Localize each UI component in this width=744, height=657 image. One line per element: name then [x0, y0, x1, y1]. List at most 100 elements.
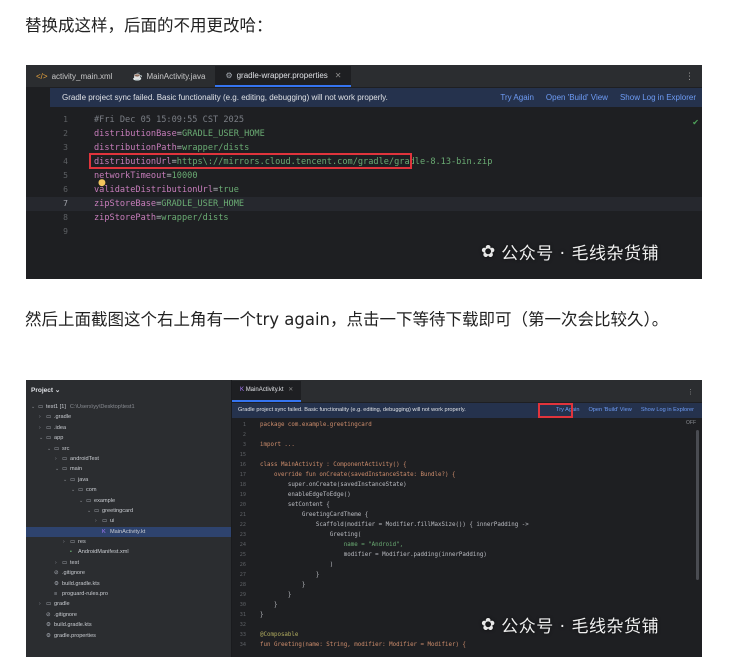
- tree-item[interactable]: › ▭ .gradle: [26, 412, 231, 422]
- code-text: Scaffold(modifier = Modifier.fillMaxSize…: [260, 522, 529, 528]
- folder-icon: ▭: [70, 476, 76, 483]
- chevron-right-icon[interactable]: ›: [55, 558, 62, 568]
- line-number: 32: [239, 622, 246, 628]
- tree-item[interactable]: ⚙ gradle.properties: [26, 631, 231, 641]
- chevron-right-icon[interactable]: ›: [95, 516, 102, 526]
- tree-item[interactable]: ⌄ ▭ src: [26, 444, 231, 454]
- line-number: 5: [63, 171, 68, 180]
- line-number: 9: [63, 227, 68, 236]
- project-path: C:\Users\yy\Desktop\test1: [69, 404, 135, 410]
- try-again-link[interactable]: Try Again: [500, 88, 534, 107]
- code-text: super.onCreate(savedInstanceState): [260, 482, 407, 488]
- tree-item[interactable]: › ▭ ui: [26, 516, 231, 526]
- tree-item-label: src: [62, 445, 70, 452]
- tree-item-label: greetingcard: [102, 507, 134, 514]
- tab-gradle-wrapper-properties[interactable]: ⚙ gradle-wrapper.properties ✕: [215, 66, 352, 87]
- tree-item[interactable]: ⌄ ▭ java: [26, 475, 231, 485]
- line-number: 27: [239, 572, 246, 578]
- code-text: enableEdgeToEdge(): [260, 492, 351, 498]
- tree-item[interactable]: ⌄ ▭ greetingcard: [26, 506, 231, 516]
- chevron-right-icon[interactable]: ›: [39, 412, 46, 422]
- code-text: import ...: [260, 442, 295, 448]
- chevron-down-icon[interactable]: ⌄: [39, 433, 46, 443]
- lightbulb-icon[interactable]: ●: [98, 178, 106, 188]
- code-line: 20 setContent {: [232, 500, 702, 510]
- code-line: 23 Greeting(: [232, 530, 702, 540]
- code-line: 1 #Fri Dec 05 15:09:55 CST 2025: [26, 113, 702, 127]
- chevron-right-icon[interactable]: ›: [55, 454, 62, 464]
- tab-label: MainActivity.java: [146, 72, 206, 81]
- tree-item[interactable]: ⊘ .gitignore: [26, 568, 231, 578]
- open-build-view-link[interactable]: Open 'Build' View: [546, 88, 608, 107]
- folder-icon: ▭: [46, 435, 52, 442]
- chevron-right-icon[interactable]: ›: [39, 599, 46, 609]
- show-log-link[interactable]: Show Log in Explorer: [620, 88, 696, 107]
- code-line: 28 }: [232, 580, 702, 590]
- editor-tab-bar: </> activity_main.xml ☕ MainActivity.jav…: [26, 65, 702, 88]
- tree-item[interactable]: ⌄ ▭ example: [26, 496, 231, 506]
- tab-mainactivity-java[interactable]: ☕ MainActivity.java: [122, 67, 215, 87]
- open-build-view-link[interactable]: Open 'Build' View: [588, 403, 631, 418]
- close-icon[interactable]: ✕: [288, 387, 293, 393]
- project-panel-header[interactable]: Project ⌄: [26, 380, 231, 402]
- xml-file-icon: </>: [36, 72, 48, 81]
- close-icon[interactable]: ✕: [335, 66, 342, 86]
- chevron-down-icon[interactable]: ⌄: [63, 475, 70, 485]
- tree-item[interactable]: ⚙ build.gradle.kts: [26, 620, 231, 630]
- kotlin-file-icon: K: [240, 387, 245, 393]
- tab-activity-main-xml[interactable]: </> activity_main.xml: [26, 67, 122, 87]
- watermark-text: 公众号 · 毛线杂货铺: [501, 617, 659, 637]
- property-value: 10000: [171, 171, 198, 181]
- tree-item[interactable]: ⌄ ▭ main: [26, 464, 231, 474]
- tree-item-label: build.gradle.kts: [54, 622, 92, 629]
- show-log-link[interactable]: Show Log in Explorer: [641, 403, 694, 418]
- tree-item[interactable]: ⌄ ▭ app: [26, 433, 231, 443]
- chevron-down-icon[interactable]: ⌄: [55, 464, 62, 474]
- tree-item-label: example: [94, 497, 116, 504]
- chevron-down-icon[interactable]: ⌄: [47, 444, 54, 454]
- tab-mainactivity-kt[interactable]: K MainActivity.kt ✕: [232, 381, 302, 402]
- ide-screenshot-mainactivity: Project ⌄ ⌄ ▭ test1 [1] C:\Users\yy\Desktop…: [26, 380, 702, 657]
- tree-item[interactable]: › ▭ test: [26, 558, 231, 568]
- chevron-down-icon[interactable]: ⌄: [79, 496, 86, 506]
- chevron-down-icon[interactable]: ⌄: [71, 485, 78, 495]
- line-number: 4: [63, 157, 68, 166]
- tree-item[interactable]: ▪ AndroidManifest.xml: [26, 547, 231, 557]
- file-icon: ≡: [54, 591, 58, 598]
- line-number: 20: [239, 502, 246, 508]
- tree-item[interactable]: › ▭ androidTest: [26, 454, 231, 464]
- tree-item-label: .gitignore: [54, 611, 78, 618]
- tree-item[interactable]: ⚙ build.gradle.kts: [26, 579, 231, 589]
- tree-item[interactable]: ≡ proguard-rules.pro: [26, 589, 231, 599]
- code-comment: #Fri Dec 05 15:09:55 CST 2025: [94, 115, 245, 125]
- tree-item[interactable]: ⌄ ▭ com: [26, 485, 231, 495]
- properties-editor[interactable]: 1 #Fri Dec 05 15:09:55 CST 2025 2 distribu…: [26, 113, 702, 239]
- tree-item[interactable]: ⌄ ▭ test1 [1] C:\Users\yy\Desktop\test1: [26, 402, 231, 412]
- folder-icon: ▭: [46, 414, 52, 421]
- code-line: 18 super.onCreate(savedInstanceState): [232, 480, 702, 490]
- tree-item[interactable]: ⊘ .gitignore: [26, 610, 231, 620]
- folder-icon: ▭: [46, 601, 52, 608]
- file-icon: K: [102, 528, 106, 535]
- project-panel: Project ⌄ ⌄ ▭ test1 [1] C:\Users\yy\Desktop…: [26, 380, 232, 657]
- tree-item[interactable]: › ▭ .idea: [26, 423, 231, 433]
- property-key: zipStoreBase: [94, 199, 157, 209]
- file-icon: ⊘: [46, 611, 51, 618]
- code-line: 8 zipStorePath=wrapper/dists: [26, 211, 702, 225]
- chevron-right-icon[interactable]: ›: [39, 423, 46, 433]
- chevron-right-icon[interactable]: ›: [63, 537, 70, 547]
- tree-item-label: gradle: [54, 601, 70, 608]
- tab-label: activity_main.xml: [51, 72, 113, 81]
- tree-item[interactable]: K MainActivity.kt: [26, 526, 231, 538]
- more-icon[interactable]: ⋮: [687, 382, 702, 402]
- more-icon[interactable]: ⋮: [685, 67, 702, 87]
- chevron-down-icon[interactable]: ⌄: [87, 506, 94, 516]
- line-number: 29: [239, 592, 246, 598]
- scrollbar[interactable]: [696, 430, 699, 580]
- tree-item[interactable]: › ▭ res: [26, 537, 231, 547]
- line-number: 23: [239, 532, 246, 538]
- project-tree[interactable]: ⌄ ▭ test1 [1] C:\Users\yy\Desktop\test1 › ▭ .g…: [26, 402, 231, 641]
- tree-item[interactable]: › ▭ gradle: [26, 599, 231, 609]
- chevron-down-icon[interactable]: ⌄: [31, 402, 38, 412]
- code-line: 3 import ...: [232, 440, 702, 450]
